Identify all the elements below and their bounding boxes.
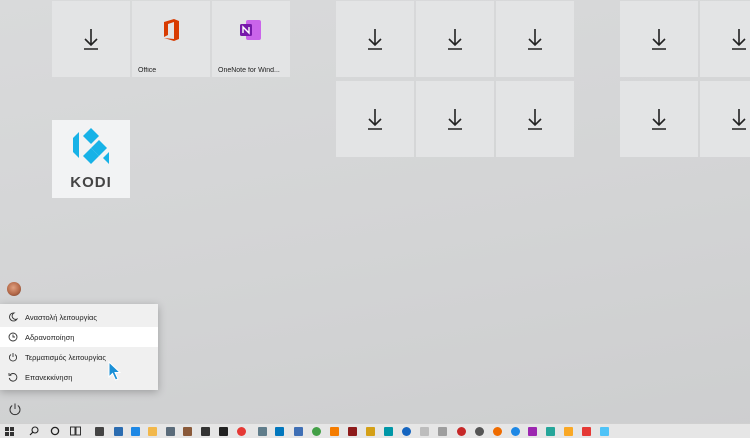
taskbar-app-icon[interactable] [275, 427, 284, 436]
taskbar-app-icon[interactable] [166, 427, 175, 436]
download-icon [368, 29, 382, 50]
taskbar-app-icon[interactable] [511, 427, 520, 436]
search-icon[interactable] [29, 426, 39, 436]
download-icon [368, 109, 382, 130]
user-avatar[interactable] [7, 282, 21, 296]
taskbar-app-icon[interactable] [183, 427, 192, 436]
download-icon [732, 29, 746, 50]
windows-start-icon[interactable] [5, 427, 14, 436]
download-tile[interactable] [700, 1, 750, 77]
restart-icon [6, 370, 20, 384]
taskbar-app-icon[interactable] [348, 427, 357, 436]
taskbar-app-icon[interactable] [95, 427, 104, 436]
download-icon [448, 109, 462, 130]
download-icon [732, 109, 746, 130]
taskbar-app-icon[interactable] [148, 427, 157, 436]
taskbar-app-icon[interactable] [528, 427, 537, 436]
taskbar-app-icon[interactable] [294, 427, 303, 436]
taskbar-app-icon[interactable] [366, 427, 375, 436]
task-view-icon[interactable] [70, 426, 81, 436]
taskbar-app-icon[interactable] [564, 427, 573, 436]
mouse-cursor-icon [108, 361, 122, 381]
taskbar-app-icon[interactable] [131, 427, 140, 436]
taskbar-app-icon[interactable] [219, 427, 228, 436]
office-tile[interactable]: Office [132, 1, 210, 77]
download-icon [448, 29, 462, 50]
taskbar-app-icon[interactable] [475, 427, 484, 436]
download-icon [84, 29, 98, 50]
kodi-tile[interactable]: KODI [52, 120, 130, 198]
sleep-label: Αναστολή λειτουργίας [25, 312, 97, 322]
taskbar-app-icon[interactable] [402, 427, 411, 436]
download-tile[interactable] [620, 1, 698, 77]
taskbar-app-icon[interactable] [546, 427, 555, 436]
download-tile[interactable] [416, 1, 494, 77]
download-tile[interactable] [336, 81, 414, 157]
shutdown-option[interactable]: Τερματισμός λειτουργίας [0, 347, 158, 367]
download-tile[interactable] [620, 81, 698, 157]
taskbar-app-icon[interactable] [582, 427, 591, 436]
taskbar-app-icon[interactable] [330, 427, 339, 436]
taskbar-app-icon[interactable] [384, 427, 393, 436]
office-label: Office [138, 67, 157, 74]
shutdown-label: Τερματισμός λειτουργίας [25, 352, 106, 362]
download-icon [528, 29, 542, 50]
download-icon [652, 109, 666, 130]
download-tile[interactable] [496, 1, 574, 77]
taskbar-app-icon[interactable] [201, 427, 210, 436]
cortana-icon[interactable] [50, 426, 60, 436]
taskbar-app-icon[interactable] [438, 427, 447, 436]
moon-icon [6, 310, 20, 324]
download-tile[interactable] [700, 81, 750, 157]
onenote-label: OneNote for Wind... [218, 67, 280, 74]
download-tile[interactable] [496, 81, 574, 157]
hibernate-option[interactable]: Αδρανοποίηση [0, 327, 158, 347]
onenote-tile[interactable]: OneNote for Wind... [212, 1, 290, 77]
restart-label: Επανεκκίνηση [25, 372, 73, 382]
restart-option[interactable]: Επανεκκίνηση [0, 367, 158, 387]
taskbar-app-icon[interactable] [493, 427, 502, 436]
download-tile[interactable] [416, 81, 494, 157]
taskbar [0, 423, 750, 438]
taskbar-app-icon[interactable] [600, 427, 609, 436]
download-tile[interactable] [336, 1, 414, 77]
taskbar-app-icon[interactable] [420, 427, 429, 436]
kodi-label: KODI [70, 174, 112, 191]
taskbar-app-icon[interactable] [258, 427, 267, 436]
power-button-icon[interactable] [8, 402, 22, 416]
hibernate-label: Αδρανοποίηση [25, 332, 75, 342]
onenote-icon [240, 19, 261, 40]
kodi-icon [73, 128, 109, 164]
power-icon [6, 350, 20, 364]
power-menu: Αναστολή λειτουργίας Αδρανοποίηση Τερματ… [0, 304, 158, 390]
download-icon [528, 109, 542, 130]
taskbar-app-icon[interactable] [312, 427, 321, 436]
download-icon [652, 29, 666, 50]
office-icon [164, 18, 179, 41]
taskbar-app-icon[interactable] [237, 427, 246, 436]
download-tile[interactable] [52, 1, 130, 77]
sleep-option[interactable]: Αναστολή λειτουργίας [0, 307, 158, 327]
clock-icon [6, 330, 20, 344]
taskbar-app-icon[interactable] [114, 427, 123, 436]
taskbar-app-icon[interactable] [457, 427, 466, 436]
